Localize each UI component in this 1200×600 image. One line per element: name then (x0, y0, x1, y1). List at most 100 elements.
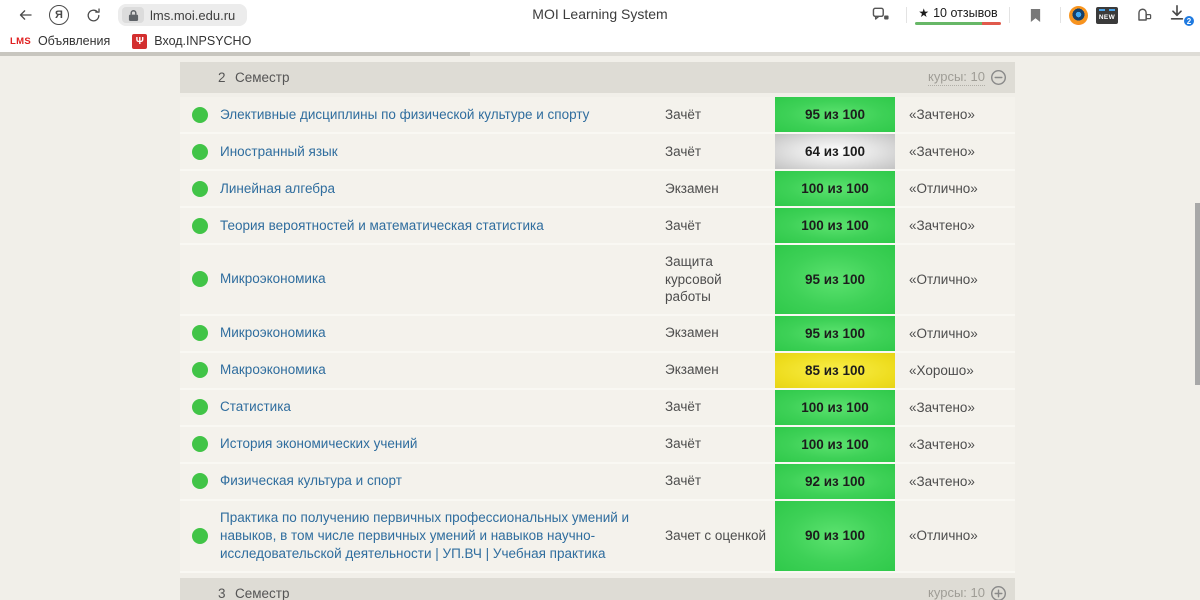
course-link[interactable]: Микроэкономика (220, 325, 326, 340)
course-link[interactable]: Теория вероятностей и математическая ста… (220, 218, 544, 233)
course-link[interactable]: Микроэкономика (220, 271, 326, 286)
semester-number: 2 (218, 70, 226, 85)
status-dot-icon (192, 271, 208, 288)
grade-text: «Зачтено» (909, 473, 975, 489)
tabs-icon (1138, 8, 1152, 21)
download-count-badge: 2 (1183, 15, 1195, 27)
grade-text: «Отлично» (909, 325, 978, 341)
score-badge: 90 из 100 (775, 500, 895, 571)
address-bar[interactable]: lms.moi.edu.ru (118, 4, 248, 26)
status-dot-icon (192, 362, 208, 379)
status-dot-icon (192, 180, 208, 197)
grade-text: «Отлично» (909, 528, 978, 544)
star-icon: ★ (918, 5, 930, 20)
course-row: Элективные дисциплины по физической куль… (180, 97, 1015, 134)
course-row: Теория вероятностей и математическая ста… (180, 208, 1015, 245)
assessment-type: Зачёт (665, 399, 702, 415)
semester-header-3: 3 Семестр курсы: 10 (180, 577, 1015, 600)
bookmark-item-inpsycho[interactable]: Ψ Вход.INPSYCHO (132, 33, 251, 49)
course-row: Статистика Зачёт 100 из 100 «Зачтено» (180, 389, 1015, 427)
url-text: lms.moi.edu.ru (150, 7, 236, 23)
course-link[interactable]: История экономических учений (220, 436, 417, 451)
course-link[interactable]: Иностранный язык (220, 144, 338, 159)
back-icon (19, 10, 32, 20)
assessment-type: Зачёт (665, 473, 702, 489)
assessment-type: Экзамен (665, 325, 719, 341)
grade-text: «Отлично» (909, 181, 978, 196)
rating-bar (915, 21, 1001, 25)
bookmarks-bar: LMS Объявления Ψ Вход.INPSYCHO (0, 30, 1200, 52)
status-dot-icon (192, 436, 208, 453)
grade-text: «Зачтено» (909, 107, 975, 122)
status-dot-icon (192, 399, 208, 416)
yandex-logo-icon: Я (49, 5, 69, 25)
status-dot-icon (192, 527, 208, 544)
course-link[interactable]: Статистика (220, 399, 291, 414)
score-badge: 95 из 100 (775, 245, 895, 314)
course-link[interactable]: Практика по получению первичных професси… (220, 510, 629, 561)
score-badge: 64 из 100 (775, 134, 895, 169)
score-badge: 100 из 100 (775, 389, 895, 425)
assessment-type: Защита курсовой работы (665, 254, 722, 305)
back-button[interactable] (11, 3, 39, 27)
divider (906, 7, 907, 23)
collapse-semester-button[interactable] (990, 69, 1007, 86)
score-badge: 100 из 100 (775, 208, 895, 243)
assessment-type: Зачет с оценкой (665, 527, 767, 543)
reviews-widget[interactable]: ★ 10 отзывов (915, 6, 1001, 25)
yandex-home-button[interactable]: Я (45, 3, 73, 27)
courses-count-link[interactable]: курсы: 10 (928, 585, 985, 600)
course-row: Линейная алгебра Экзамен 100 из 100 «Отл… (180, 171, 1015, 208)
bookmark-button[interactable] (1021, 3, 1049, 27)
semester-header-2: 2 Семестр курсы: 10 (180, 62, 1015, 93)
grade-text: «Зачтено» (909, 218, 975, 233)
score-badge: 95 из 100 (775, 315, 895, 351)
assessment-type: Зачёт (665, 217, 702, 233)
page-title: MOI Learning System (532, 6, 668, 23)
course-row: Иностранный язык Зачёт 64 из 100 «Зачтен… (180, 134, 1015, 171)
courses-count-link[interactable]: курсы: 10 (928, 69, 985, 86)
status-dot-icon (192, 473, 208, 490)
bookmark-item-announcements[interactable]: LMS Объявления (10, 34, 110, 48)
feedback-icon (872, 7, 889, 20)
grades-table: 2 Семестр курсы: 10 Элективные дисциплин… (180, 62, 1015, 600)
grade-text: «Зачтено» (909, 144, 975, 159)
score-badge: 100 из 100 (775, 171, 895, 206)
status-dot-icon (192, 106, 208, 123)
course-link[interactable]: Макроэкономика (220, 362, 326, 377)
downloads-button[interactable]: 2 (1168, 4, 1195, 27)
extensions-panel-button[interactable] (1129, 3, 1157, 27)
assessment-type: Зачёт (665, 143, 702, 159)
extension-browser-icon[interactable] (1069, 5, 1088, 25)
course-link[interactable]: Элективные дисциплины по физической куль… (220, 107, 589, 122)
grade-text: «Зачтено» (909, 399, 975, 415)
assessment-type: Зачёт (665, 106, 702, 122)
course-row: История экономических учений Зачёт 100 и… (180, 426, 1015, 464)
minus-circle-icon (990, 69, 1007, 86)
browser-chrome: Я lms.moi.edu.ru MOI Learning System ★ 1… (0, 0, 1200, 52)
grade-text: «Зачтено» (909, 436, 975, 452)
course-row: Микроэкономика Защита курсовой работы 95… (180, 245, 1015, 316)
lms-favicon: LMS (10, 35, 31, 47)
vertical-scrollbar[interactable] (1195, 203, 1200, 385)
course-link[interactable]: Линейная алгебра (220, 181, 335, 196)
lms-page: 2 Семестр курсы: 10 Элективные дисциплин… (0, 56, 1200, 600)
inpsycho-favicon: Ψ (132, 33, 148, 49)
score-badge: 85 из 100 (775, 352, 895, 388)
divider (1009, 7, 1010, 23)
course-row: Физическая культура и спорт Зачёт 92 из … (180, 463, 1015, 501)
refresh-button[interactable] (79, 3, 107, 27)
feedback-button[interactable] (867, 3, 895, 27)
score-badge: 95 из 100 (775, 97, 895, 132)
expand-semester-button[interactable] (990, 585, 1007, 600)
course-link[interactable]: Физическая культура и спорт (220, 473, 402, 488)
assessment-type: Экзамен (665, 180, 719, 196)
grade-text: «Отлично» (909, 271, 978, 287)
course-row: Макроэкономика Экзамен 85 из 100 «Хорошо… (180, 352, 1015, 390)
divider (1060, 7, 1061, 23)
lock-icon (122, 7, 144, 23)
score-badge: 100 из 100 (775, 426, 895, 462)
course-table-body: Элективные дисциплины по физической куль… (180, 97, 1015, 573)
extension-new-icon[interactable]: NEW (1096, 6, 1118, 24)
refresh-icon (87, 7, 100, 21)
